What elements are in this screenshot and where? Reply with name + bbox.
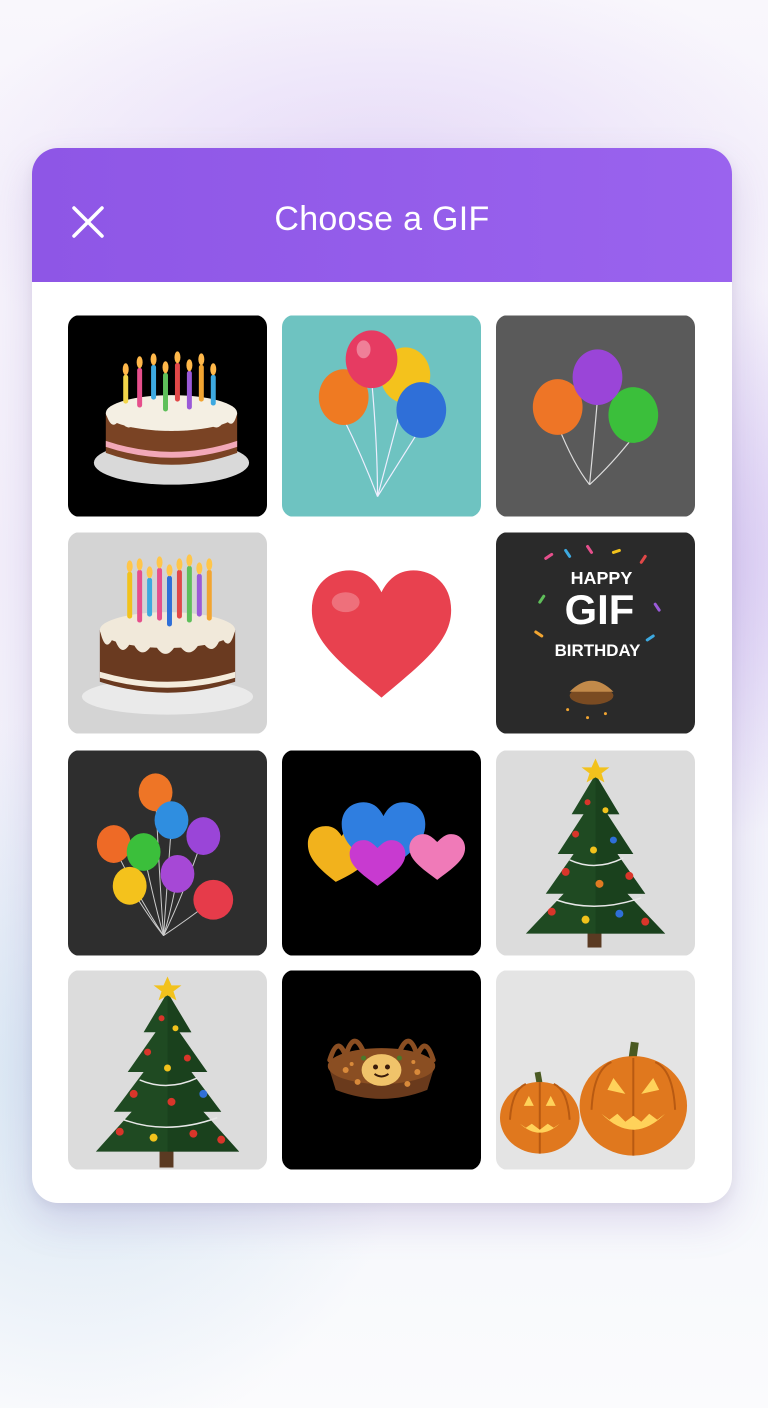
gif-tile-hearts[interactable] (282, 750, 481, 956)
christmas-tree-image (496, 750, 695, 956)
hearts-image (282, 750, 481, 956)
gif-tile-heart[interactable] (282, 532, 481, 734)
dialog-header: Choose a GIF (32, 148, 732, 282)
balloons-image (496, 315, 695, 517)
gif-tile-jack-o-lanterns[interactable] (496, 970, 695, 1170)
gif-tile-birthday-cake[interactable] (68, 315, 267, 517)
gif-tile-balloon-bunch[interactable] (68, 750, 267, 956)
balloons-image (68, 750, 267, 956)
balloons-image (282, 315, 481, 517)
gif-tile-balloons-gray[interactable] (496, 315, 695, 517)
gif-tile-christmas-tree[interactable] (496, 750, 695, 956)
happy-birthday-image: HAPPY GIF BIRTHDAY (496, 532, 695, 734)
gif-tile-birthday-cake-light[interactable] (68, 532, 267, 734)
dialog-title: Choose a GIF (274, 200, 490, 238)
gif-picker-dialog: Choose a GIF HAPPY GIF BIRTHDAY (32, 148, 732, 1203)
jack-o-lanterns-image (496, 970, 695, 1170)
gif-tile-food-bowl[interactable] (282, 970, 481, 1170)
gif-tile-happy-gif-birthday[interactable]: HAPPY GIF BIRTHDAY (496, 532, 695, 734)
christmas-tree-image (68, 970, 267, 1170)
birthday-cake-image (68, 532, 267, 734)
gif-text-line3: BIRTHDAY (555, 641, 641, 660)
heart-image (282, 532, 481, 734)
gif-tile-balloons[interactable] (282, 315, 481, 517)
gif-text-line2: GIF (565, 586, 635, 633)
birthday-cake-image (68, 315, 267, 517)
gif-tile-christmas-tree-2[interactable] (68, 970, 267, 1170)
food-bowl-image (282, 970, 481, 1170)
